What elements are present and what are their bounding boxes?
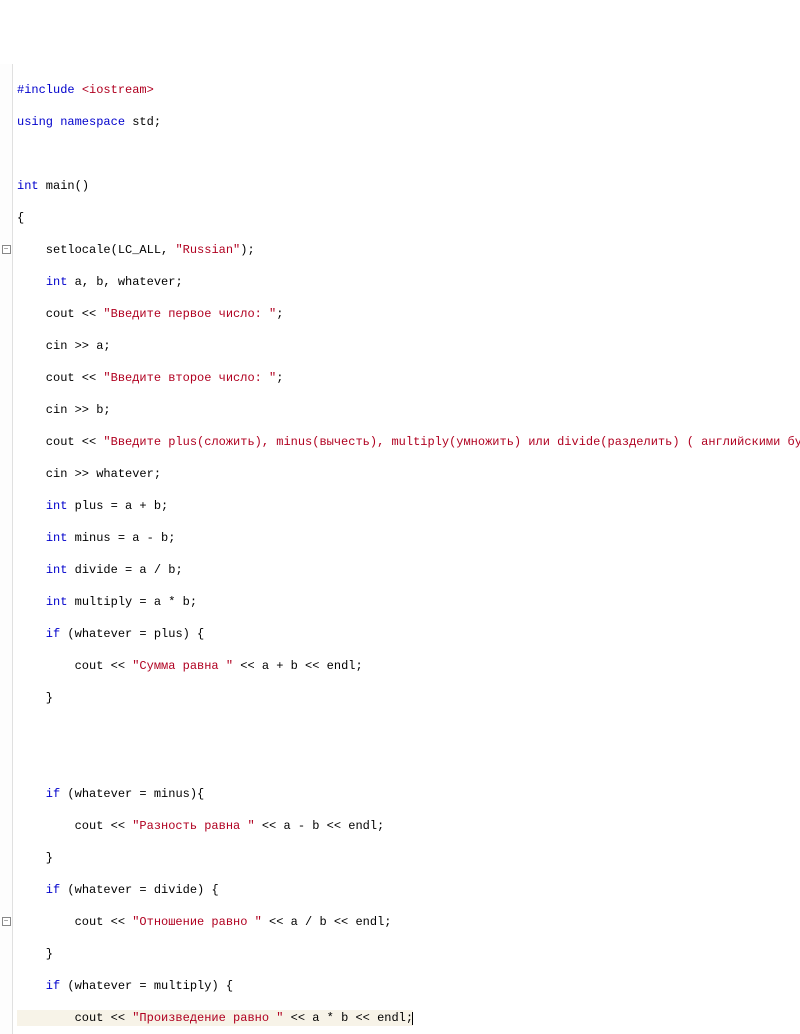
code-line: cout << "Произведение равно " << a * b <… — [17, 1010, 800, 1026]
code-line: { — [17, 210, 800, 226]
code-line: using namespace std; — [17, 114, 800, 130]
code-line: int minus = a - b; — [17, 530, 800, 546]
code-line: int main() — [17, 178, 800, 194]
text-caret — [412, 1012, 413, 1025]
code-line: cin >> b; — [17, 402, 800, 418]
code-line: if (whatever = minus){ — [17, 786, 800, 802]
code-area[interactable]: #include <iostream> using namespace std;… — [13, 64, 800, 1034]
code-line: } — [17, 850, 800, 866]
code-line: cin >> whatever; — [17, 466, 800, 482]
code-line: #include <iostream> — [17, 82, 800, 98]
fold-toggle-icon[interactable]: − — [2, 245, 11, 254]
code-line: cout << "Разность равна " << a - b << en… — [17, 818, 800, 834]
code-line: if (whatever = divide) { — [17, 882, 800, 898]
code-line — [17, 722, 800, 738]
code-line: } — [17, 690, 800, 706]
code-line: cin >> a; — [17, 338, 800, 354]
code-line: if (whatever = multiply) { — [17, 978, 800, 994]
code-line: cout << "Введите первое число: "; — [17, 306, 800, 322]
code-line: cout << "Введите plus(сложить), minus(вы… — [17, 434, 800, 450]
fold-toggle-icon[interactable]: − — [2, 917, 11, 926]
code-line: cout << "Сумма равна " << a + b << endl; — [17, 658, 800, 674]
code-line — [17, 146, 800, 162]
code-line: int multiply = a * b; — [17, 594, 800, 610]
code-line: int divide = a / b; — [17, 562, 800, 578]
code-line: setlocale(LC_ALL, "Russian"); — [17, 242, 800, 258]
code-line: cout << "Введите второе число: "; — [17, 370, 800, 386]
code-editor: − − − − − #include <iostream> using name… — [0, 64, 800, 1034]
code-line: } — [17, 946, 800, 962]
fold-gutter: − − − − − — [0, 64, 13, 1034]
code-line — [17, 754, 800, 770]
code-line: cout << "Отношение равно " << a / b << e… — [17, 914, 800, 930]
code-line: if (whatever = plus) { — [17, 626, 800, 642]
code-line: int plus = a + b; — [17, 498, 800, 514]
code-line: int a, b, whatever; — [17, 274, 800, 290]
